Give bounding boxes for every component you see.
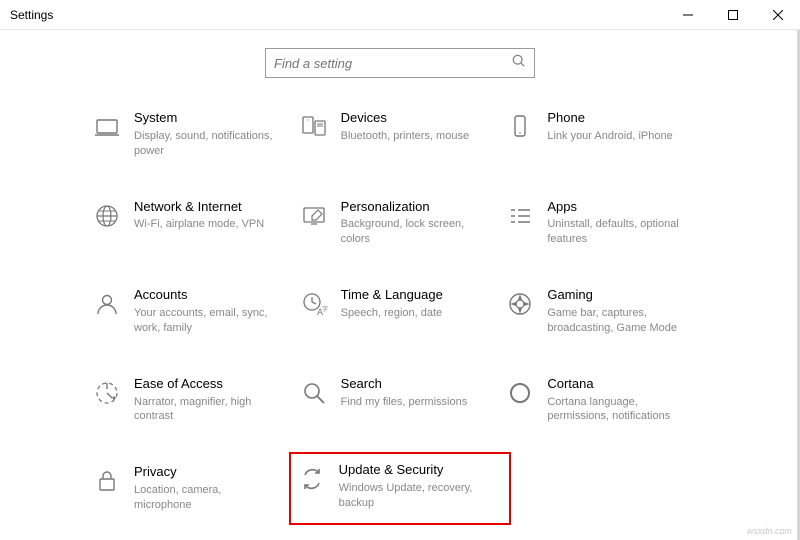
searchcat-icon xyxy=(299,378,329,408)
time-icon xyxy=(299,289,329,319)
category-desc: Narrator, magnifier, high contrast xyxy=(134,395,274,425)
category-update[interactable]: Update & Security Windows Update, recover… xyxy=(289,452,512,525)
category-grid: System Display, sound, notifications, pow… xyxy=(0,108,800,515)
category-devices[interactable]: Devices Bluetooth, printers, mouse xyxy=(297,108,504,161)
search-input[interactable] xyxy=(274,56,512,71)
window-controls xyxy=(665,0,800,29)
category-title: Ease of Access xyxy=(134,376,274,393)
category-apps[interactable]: AppsUninstall, defaults, optional featur… xyxy=(503,197,710,250)
category-desc: Your accounts, email, sync, work, family xyxy=(134,306,274,336)
gaming-icon xyxy=(505,289,535,319)
category-searchcat[interactable]: Search Find my files, permissions xyxy=(297,374,504,427)
category-privacy[interactable]: Privacy Location, camera, microphone xyxy=(90,462,297,515)
window-title: Settings xyxy=(0,8,53,22)
cortana-icon xyxy=(505,378,535,408)
category-gaming[interactable]: Gaming Game bar, captures, broadcasting, … xyxy=(503,285,710,338)
category-title: Phone xyxy=(547,110,672,127)
system-icon xyxy=(92,112,122,142)
category-system[interactable]: System Display, sound, notifications, pow… xyxy=(90,108,297,161)
category-title: Time & Language xyxy=(341,287,443,304)
category-desc: Bluetooth, printers, mouse xyxy=(341,129,469,144)
search-icon xyxy=(512,54,526,73)
category-desc: Background, lock screen, colors xyxy=(341,217,481,247)
category-title: Cortana xyxy=(547,376,687,393)
category-phone[interactable]: Phone Link your Android, iPhone xyxy=(503,108,710,161)
network-icon xyxy=(92,201,122,231)
maximize-button[interactable] xyxy=(710,0,755,29)
category-title: Update & Security xyxy=(339,462,479,479)
category-desc: Link your Android, iPhone xyxy=(547,129,672,144)
devices-icon xyxy=(299,112,329,142)
accounts-icon xyxy=(92,289,122,319)
category-desc: Wi-Fi, airplane mode, VPN xyxy=(134,217,264,232)
titlebar: Settings xyxy=(0,0,800,30)
privacy-icon xyxy=(92,466,122,496)
search-row xyxy=(0,30,800,108)
category-title: System xyxy=(134,110,274,127)
phone-icon xyxy=(505,112,535,142)
category-title: Search xyxy=(341,376,468,393)
content-area: System Display, sound, notifications, pow… xyxy=(0,30,800,540)
apps-icon xyxy=(505,201,535,231)
category-title: Devices xyxy=(341,110,469,127)
category-desc: Uninstall, defaults, optional features xyxy=(547,217,687,247)
ease-icon xyxy=(92,378,122,408)
category-title: Accounts xyxy=(134,287,274,304)
category-title: Personalization xyxy=(341,199,481,216)
minimize-button[interactable] xyxy=(665,0,710,29)
category-desc: Find my files, permissions xyxy=(341,395,468,410)
category-title: Privacy xyxy=(134,464,274,481)
category-title: Network & Internet xyxy=(134,199,264,216)
category-desc: Cortana language, permissions, notificat… xyxy=(547,395,687,425)
category-title: Apps xyxy=(547,199,687,216)
close-button[interactable] xyxy=(755,0,800,29)
category-cortana[interactable]: Cortana Cortana language, permissions, no… xyxy=(503,374,710,427)
category-desc: Location, camera, microphone xyxy=(134,483,274,513)
personalization-icon xyxy=(299,201,329,231)
category-time[interactable]: Time & Language Speech, region, date xyxy=(297,285,504,338)
category-accounts[interactable]: Accounts Your accounts, email, sync, work… xyxy=(90,285,297,338)
category-desc: Speech, region, date xyxy=(341,306,443,321)
source-watermark: wsxdn.com xyxy=(747,526,792,536)
category-desc: Game bar, captures, broadcasting, Game M… xyxy=(547,306,687,336)
update-icon xyxy=(297,464,327,494)
category-personalization[interactable]: PersonalizationBackground, lock screen, … xyxy=(297,197,504,250)
category-title: Gaming xyxy=(547,287,687,304)
category-ease[interactable]: Ease of Access Narrator, magnifier, high … xyxy=(90,374,297,427)
category-desc: Windows Update, recovery, backup xyxy=(339,481,479,511)
search-box[interactable] xyxy=(265,48,535,78)
category-network[interactable]: Network & InternetWi-Fi, airplane mode, … xyxy=(90,197,297,250)
category-desc: Display, sound, notifications, power xyxy=(134,129,274,159)
